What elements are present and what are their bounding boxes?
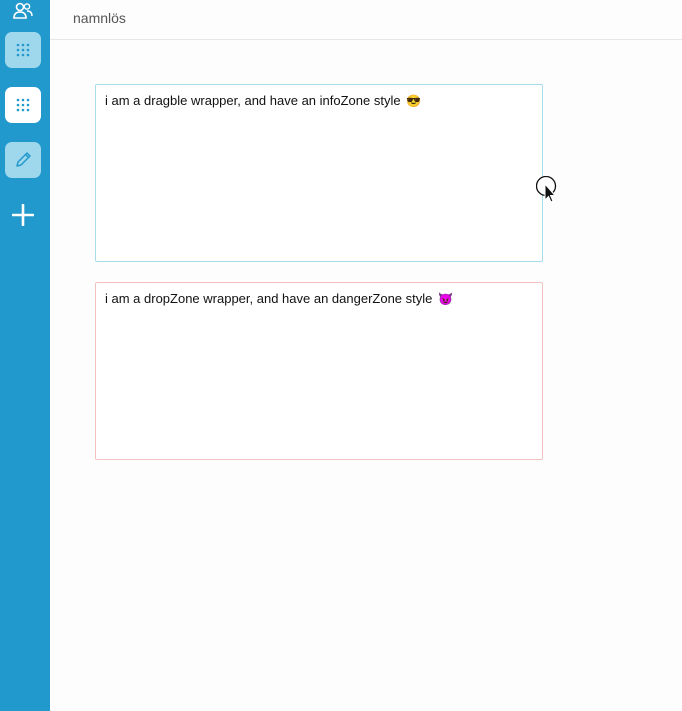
app: namnlös i am a dragble wrapper, and have… — [0, 0, 682, 711]
danger-zone-dropzone[interactable]: i am a dropZone wrapper, and have an dan… — [95, 282, 543, 460]
document-title[interactable]: namnlös — [73, 10, 126, 26]
grid-icon — [16, 98, 30, 112]
mouse-cursor-icon — [535, 175, 558, 204]
grid-button[interactable] — [5, 32, 41, 68]
pencil-icon — [16, 152, 31, 167]
edit-button[interactable] — [5, 142, 41, 178]
add-button[interactable] — [10, 202, 36, 228]
danger-zone-text: i am a dropZone wrapper, and have an dan… — [105, 291, 453, 306]
info-zone-label: i am a dragble wrapper, and have an info… — [105, 93, 401, 108]
top-bar: namnlös — [50, 0, 682, 40]
info-zone-text: i am a dragble wrapper, and have an info… — [105, 93, 421, 108]
grid-button-active[interactable] — [5, 87, 41, 123]
danger-zone-label: i am a dropZone wrapper, and have an dan… — [105, 291, 433, 306]
sidebar — [0, 0, 50, 711]
devil-emoji-icon: 😈 — [438, 292, 453, 306]
sunglasses-emoji-icon: 😎 — [406, 94, 422, 108]
grid-icon — [16, 43, 30, 57]
plus-icon — [12, 204, 34, 226]
info-zone-draggable[interactable]: i am a dragble wrapper, and have an info… — [95, 84, 543, 262]
users-icon[interactable] — [10, 0, 36, 22]
